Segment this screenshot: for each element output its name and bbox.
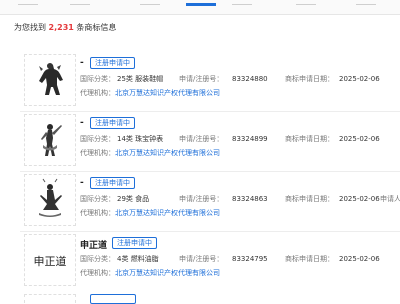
reg-no-label: 申请/注册号： — [179, 135, 224, 143]
status-badge: 注册申请中 — [112, 237, 157, 249]
status-badge-partial — [90, 294, 136, 304]
date-value: 2025-02-06 — [339, 135, 380, 143]
date-value: 2025-02-06 — [339, 75, 380, 83]
class-label: 国际分类： — [80, 135, 115, 143]
reg-no-value: 83324863 — [232, 195, 268, 203]
agent-line: 代理机构：北京万慧达知识产权代理有限公司 — [80, 88, 220, 98]
tab-active[interactable] — [186, 0, 216, 6]
trademark-row[interactable]: - 注册申请中 国际分类： 25类 服装鞋帽 申请/注册号： 83324880 商标… — [0, 48, 400, 112]
date-label: 商标申请日期： — [285, 135, 334, 143]
trademark-row[interactable]: - 注册申请中 国际分类： 29类 食品 申请/注册号： 83324863 商标申请… — [0, 168, 400, 232]
result-count: 2,231 — [48, 23, 74, 32]
reg-no-label: 申请/注册号： — [179, 195, 224, 203]
agent-label: 代理机构： — [80, 89, 115, 97]
class-value: 14类 珠宝钟表 — [117, 135, 164, 143]
summary-suffix: 条商标信息 — [76, 23, 117, 32]
date-value: 2025-02-06 — [339, 195, 380, 203]
trademark-image[interactable] — [24, 54, 76, 106]
summary-prefix: 为您找到 — [14, 23, 46, 32]
trademark-image[interactable] — [24, 114, 76, 166]
trademark-meta: 国际分类： 14类 珠宝钟表 申请/注册号： 83324899 商标申请日期： 202… — [80, 134, 380, 144]
agent-line: 代理机构：北京万慧达知识产权代理有限公司 — [80, 208, 220, 218]
trademark-name[interactable]: 申正道 — [80, 238, 107, 251]
trademark-row[interactable]: 申正道 申正道 注册申请中 国际分类： 4类 燃料油脂 申请/注册号： 833247… — [0, 228, 400, 292]
reg-no-value: 83324899 — [232, 135, 268, 143]
agent-label: 代理机构： — [80, 209, 115, 217]
warrior-figure-icon — [39, 63, 63, 95]
meditating-figure-icon — [39, 178, 62, 217]
class-value: 29类 食品 — [117, 195, 150, 203]
agent-label: 代理机构： — [80, 149, 115, 157]
date-label: 商标申请日期： — [285, 75, 334, 83]
class-label: 国际分类： — [80, 195, 115, 203]
tab-partial[interactable] — [70, 0, 90, 5]
trademark-name[interactable]: - — [80, 58, 84, 68]
agent-link[interactable]: 北京万慧达知识产权代理有限公司 — [115, 149, 220, 157]
trademark-row[interactable]: - 注册申请中 国际分类： 14类 珠宝钟表 申请/注册号： 83324899 商标… — [0, 108, 400, 172]
trademark-image-partial[interactable] — [24, 294, 76, 303]
dancer-figure-icon — [41, 124, 62, 156]
status-badge: 注册申请中 — [90, 177, 135, 189]
class-value: 4类 燃料油脂 — [117, 255, 159, 263]
class-value: 25类 服装鞋帽 — [117, 75, 164, 83]
class-label: 国际分类： — [80, 255, 115, 263]
tab-partial[interactable] — [296, 0, 316, 5]
date-label: 商标申请日期： — [285, 255, 334, 263]
reg-no-label: 申请/注册号： — [179, 75, 224, 83]
trademark-name[interactable]: - — [80, 118, 84, 128]
class-label: 国际分类： — [80, 75, 115, 83]
agent-line: 代理机构：北京万慧达知识产权代理有限公司 — [80, 148, 220, 158]
status-badge: 注册申请中 — [90, 57, 135, 69]
trademark-image-text: 申正道 — [33, 255, 67, 268]
trademark-image[interactable]: 申正道 — [24, 234, 76, 286]
reg-no-value: 83324880 — [232, 75, 268, 83]
applicant-label: 申请人 — [380, 195, 400, 203]
agent-link[interactable]: 北京万慧达知识产权代理有限公司 — [115, 269, 220, 277]
date-value: 2025-02-06 — [339, 255, 380, 263]
status-badge: 注册申请中 — [90, 117, 135, 129]
agent-link[interactable]: 北京万慧达知识产权代理有限公司 — [115, 209, 220, 217]
tab-partial[interactable] — [232, 0, 252, 5]
trademark-meta: 国际分类： 25类 服装鞋帽 申请/注册号： 83324880 商标申请日期： 202… — [80, 74, 380, 84]
agent-label: 代理机构： — [80, 269, 115, 277]
agent-link[interactable]: 北京万慧达知识产权代理有限公司 — [115, 89, 220, 97]
trademark-meta: 国际分类： 4类 燃料油脂 申请/注册号： 83324795 商标申请日期： 2025… — [80, 254, 380, 264]
trademark-image[interactable] — [24, 174, 76, 226]
date-label: 商标申请日期： — [285, 195, 334, 203]
trademark-meta: 国际分类： 29类 食品 申请/注册号： 83324863 商标申请日期： 2025-… — [80, 194, 400, 204]
tab-bar — [0, 0, 400, 15]
tab-partial[interactable] — [140, 0, 160, 5]
tab-partial[interactable] — [356, 0, 376, 5]
reg-no-value: 83324795 — [232, 255, 268, 263]
reg-no-label: 申请/注册号： — [179, 255, 224, 263]
result-summary: 为您找到 2,231 条商标信息 — [14, 22, 116, 33]
agent-line: 代理机构：北京万慧达知识产权代理有限公司 — [80, 268, 220, 278]
tab-partial[interactable] — [18, 0, 38, 5]
trademark-name[interactable]: - — [80, 178, 84, 188]
